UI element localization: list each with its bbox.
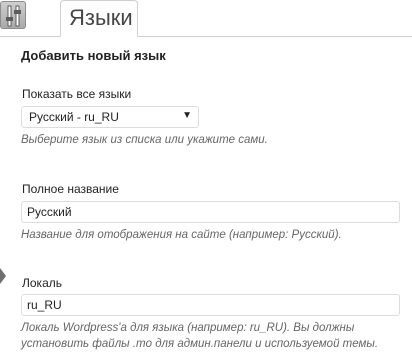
locale-hint-line2: установить файлы .mo для админ.панели и … [21, 338, 379, 350]
language-select-value: Русский - ru_RU [29, 110, 119, 124]
languages-settings-page: Языки Добавить новый язык Показать все я… [0, 0, 412, 363]
row-pointer-icon [0, 268, 6, 284]
full-name-hint: Название для отображения на сайте (напри… [21, 229, 342, 241]
language-select-hint: Выберите язык из списка или укажите сами… [21, 134, 268, 146]
settings-sliders-icon[interactable] [0, 1, 26, 29]
tab-languages-label: Языки [69, 5, 133, 30]
tab-strip: Языки [0, 0, 412, 37]
full-name-label: Полное название [22, 182, 119, 196]
full-name-input[interactable] [21, 201, 400, 223]
locale-input[interactable] [21, 294, 400, 316]
locale-label: Локаль [22, 276, 62, 290]
section-title: Добавить новый язык [21, 48, 166, 63]
chevron-down-icon: ▼ [182, 110, 192, 121]
tab-languages[interactable]: Языки [60, 0, 138, 37]
language-select[interactable]: Русский - ru_RU ▼ [21, 106, 199, 128]
show-all-languages-label: Показать все языки [22, 87, 132, 101]
locale-hint-line1: Локаль Wordpress'a для языка (например: … [21, 322, 355, 334]
